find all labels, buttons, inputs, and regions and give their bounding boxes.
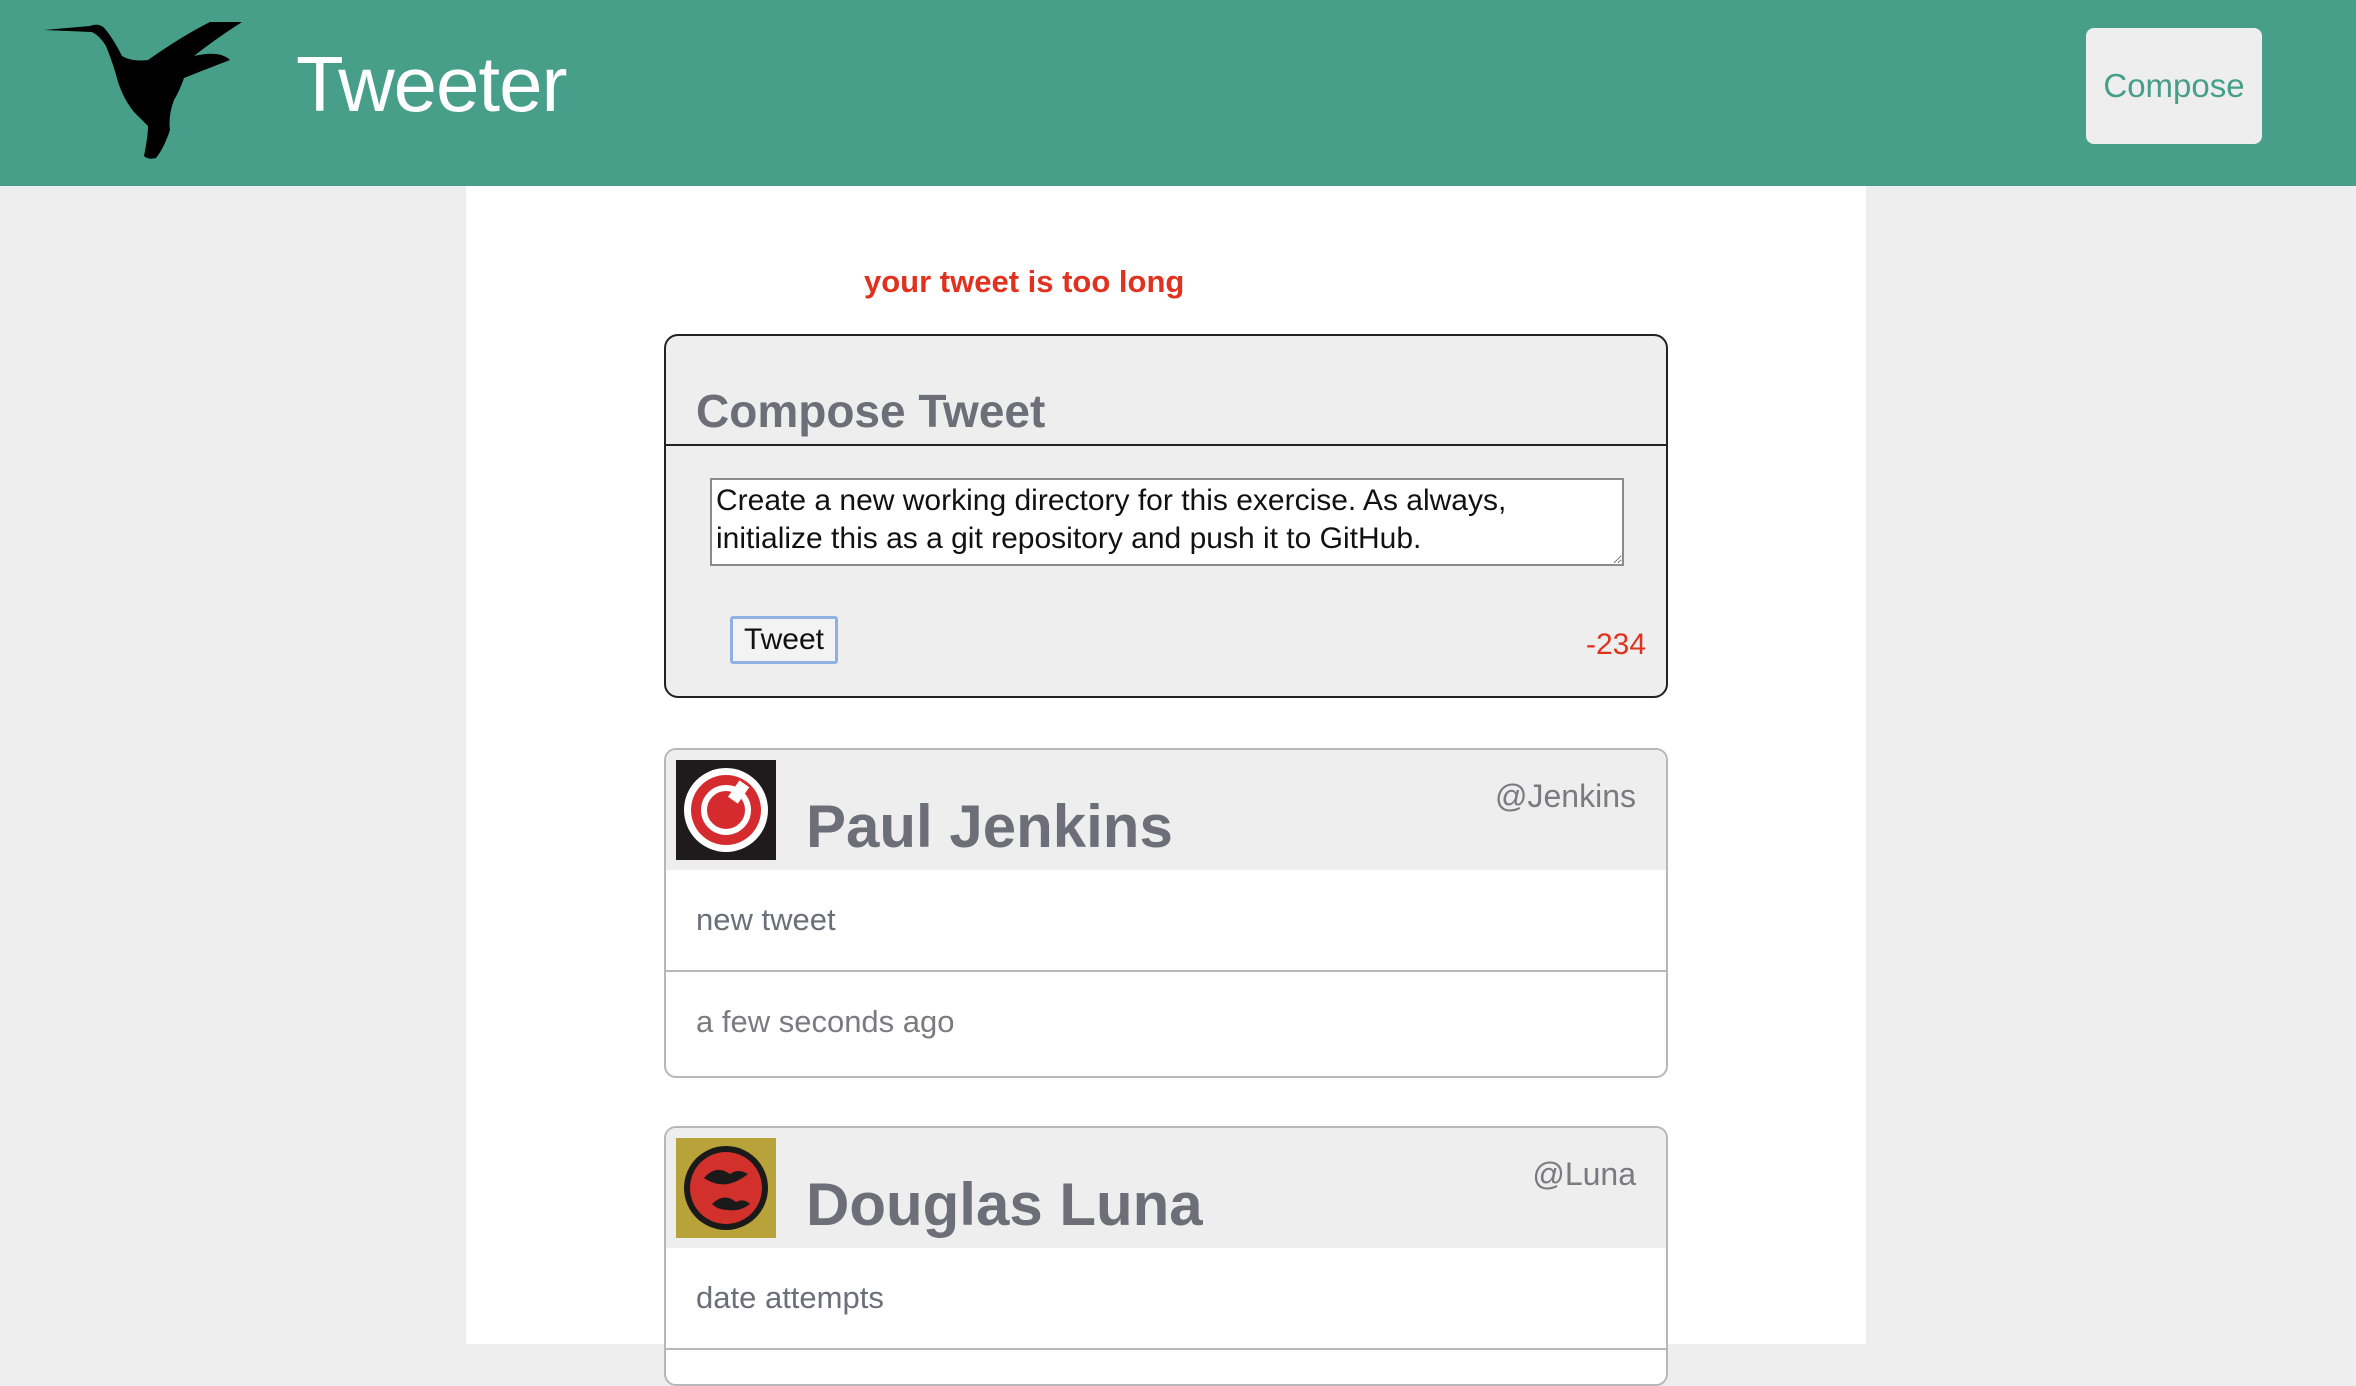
compose-divider: [666, 444, 1666, 446]
navbar: Tweeter Compose: [0, 0, 2356, 186]
tweet-submit-button[interactable]: Tweet: [730, 616, 838, 664]
tweet-timestamp: a few seconds ago: [696, 1004, 955, 1039]
tweet-textarea[interactable]: Create a new working directory for this …: [710, 478, 1624, 566]
red-circle-avatar-icon: [676, 760, 776, 860]
tweet-content: new tweet: [666, 870, 1666, 972]
hummingbird-icon: [44, 22, 242, 159]
tweet-header: Paul Jenkins @Jenkins: [666, 750, 1666, 870]
tweet-card: Paul Jenkins @Jenkins new tweet a few se…: [664, 748, 1668, 1078]
compose-tweet-panel: Compose Tweet Create a new working direc…: [664, 334, 1668, 698]
tweet-header: Douglas Luna @Luna: [666, 1128, 1666, 1248]
app-title: Tweeter: [296, 40, 567, 128]
tweet-author-handle: @Luna: [1532, 1156, 1636, 1192]
character-counter: -234: [1585, 628, 1646, 661]
compose-title: Compose Tweet: [696, 385, 1046, 437]
birds-circle-avatar-icon: [676, 1138, 776, 1238]
tweet-card: Douglas Luna @Luna date attempts: [664, 1126, 1668, 1386]
main-container: your tweet is too long Compose Tweet Cre…: [466, 186, 1866, 1386]
tweet-author-name: Paul Jenkins: [806, 793, 1173, 860]
tweet-author-handle: @Jenkins: [1495, 778, 1636, 814]
tweet-author-name: Douglas Luna: [806, 1171, 1203, 1238]
error-message: your tweet is too long: [864, 264, 1185, 299]
compose-toggle-button[interactable]: Compose: [2086, 28, 2262, 144]
tweet-content: date attempts: [666, 1248, 1666, 1350]
